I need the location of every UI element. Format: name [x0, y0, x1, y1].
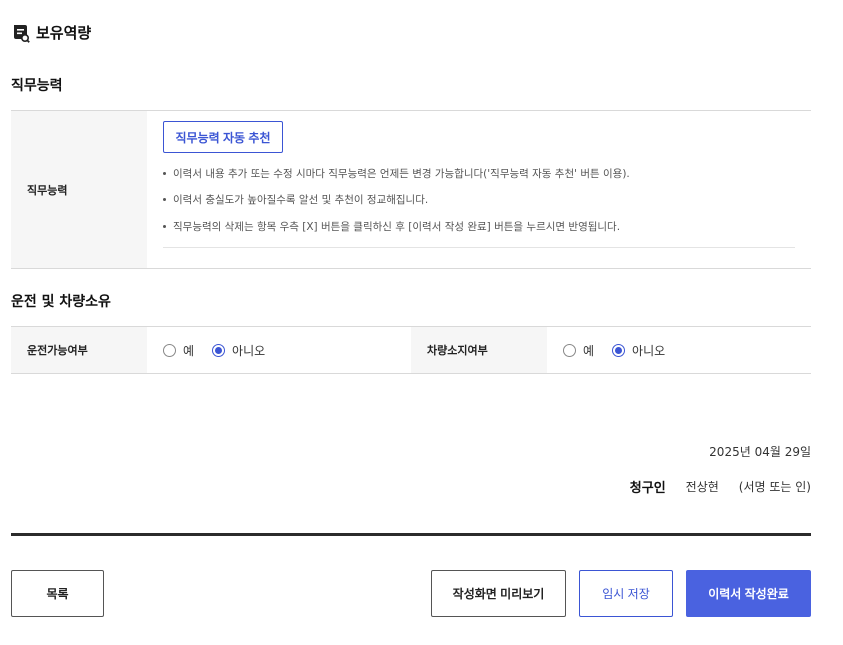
job-skills-row-label: 직무능력: [11, 111, 147, 268]
job-skills-table: 직무능력 직무능력 자동 추천 이력서 내용 추가 또는 수정 시마다 직무능력…: [11, 110, 811, 269]
footer-divider: [11, 533, 811, 536]
complete-resume-button[interactable]: 이력서 작성완료: [686, 570, 811, 617]
can-drive-label: 운전가능여부: [11, 327, 147, 373]
preview-button[interactable]: 작성화면 미리보기: [431, 570, 566, 617]
notes-divider: [163, 247, 795, 248]
signature-date: 2025년 04월 29일: [709, 445, 811, 459]
owns-vehicle-label: 차량소지여부: [411, 327, 547, 373]
document-icon: [12, 23, 30, 43]
job-skills-note: 이력서 충실도가 높아질수록 알선 및 추천이 정교해집니다.: [163, 192, 428, 207]
driving-section-title: 운전 및 차량소유: [11, 294, 111, 310]
owns-vehicle-no-radio[interactable]: [612, 343, 626, 357]
job-skills-section-title: 직무능력: [11, 78, 63, 94]
owns-vehicle-yes-radio[interactable]: [563, 343, 576, 357]
signature-row: 청구인 전상현 (서명 또는 인): [630, 477, 811, 496]
auto-recommend-button[interactable]: 직무능력 자동 추천: [163, 121, 283, 153]
can-drive-yes-label[interactable]: 예: [183, 342, 194, 359]
owns-vehicle-no-label[interactable]: 아니오: [632, 342, 665, 359]
temp-save-button[interactable]: 임시 저장: [579, 570, 673, 617]
owns-vehicle-radio-group: 예 아니오: [563, 342, 679, 359]
can-drive-no-label[interactable]: 아니오: [232, 342, 265, 359]
can-drive-yes-radio[interactable]: [163, 343, 176, 357]
driving-table: 운전가능여부 예 아니오 차량소지여부 예 아니오: [11, 326, 811, 374]
sign-hint: (서명 또는 인): [738, 480, 811, 494]
claimant-name: 전상현: [685, 480, 719, 494]
page-title-text: 보유역량: [36, 24, 92, 42]
can-drive-no-radio[interactable]: [212, 343, 226, 357]
can-drive-radio-group: 예 아니오: [163, 342, 279, 359]
page-title: 보유역량: [12, 22, 91, 43]
owns-vehicle-yes-label[interactable]: 예: [583, 342, 594, 359]
job-skills-note: 직무능력의 삭제는 항목 우측 [X] 버튼을 클릭하신 후 [이력서 작성 완…: [163, 219, 620, 234]
job-skills-note: 이력서 내용 추가 또는 수정 시마다 직무능력은 언제든 변경 가능합니다('…: [163, 166, 630, 181]
list-button[interactable]: 목록: [11, 570, 104, 617]
claimant-label: 청구인: [629, 481, 666, 496]
